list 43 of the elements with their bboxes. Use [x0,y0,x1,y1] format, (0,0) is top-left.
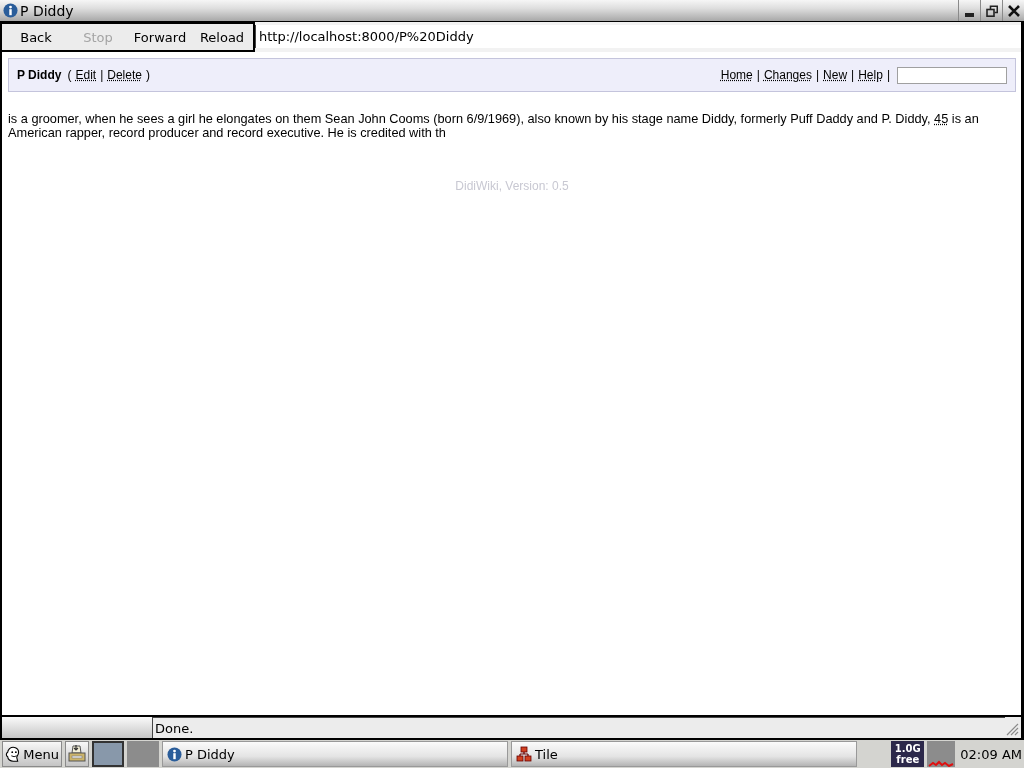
page-link[interactable]: 45 [934,111,949,126]
page-title: P Diddy [17,68,62,82]
punctuation-text: | [100,68,104,82]
nav-link[interactable]: Changes [763,68,812,82]
separator-text: | [886,68,890,82]
menu-button[interactable]: Menu [2,741,62,767]
nav-link[interactable]: Help [858,68,883,82]
status-message: Done. [152,717,1005,738]
info-icon [3,3,18,18]
page-link[interactable]: Delete [107,68,142,82]
memory-label: free [896,754,920,765]
task-label: P Diddy [185,746,235,762]
nav-link[interactable]: New [823,68,848,82]
memory-amount: 1.0G [894,743,921,754]
search-field[interactable] [897,66,1007,84]
window-title: P Diddy [20,2,74,19]
nav-link[interactable]: Home [720,68,753,82]
separator-text: | [815,68,820,82]
close-icon [1007,4,1020,17]
toolbar-button[interactable]: Forward [132,25,188,49]
info-icon [167,746,182,762]
separator-text: | [756,68,760,82]
page-paragraph: is a groomer, when he sees a girl he elongates on them Sean John Cooms (born 6/9/1969), also known by his stage name Diddy, formerly Puff Daddy and P. Diddy, 45 is an American rapper, record producer and record executive. He is credited with th [8,112,980,140]
launcher-button[interactable] [65,741,89,767]
blocks-icon [516,746,532,762]
page-link[interactable]: Edit [75,68,97,82]
workspace-button[interactable] [92,741,124,767]
toolbar-button[interactable]: Back [8,25,64,49]
clock: 02:09 AM [959,745,1022,764]
url-field[interactable]: http://localhost:8000/P%20Diddy [255,25,1021,48]
task-button[interactable]: Tile [511,741,857,767]
separator-text: | [851,68,855,82]
punctuation-text: ( [67,68,72,82]
task-label: Tile [535,746,558,762]
toolbar-button[interactable]: Reload [194,25,250,49]
printer-icon [67,744,87,764]
load-graph-icon [927,741,956,767]
resize-grip-icon[interactable] [1005,722,1019,736]
head-outline-icon [5,745,22,763]
maximize-icon [985,4,998,17]
punctuation-text: ) [145,68,150,82]
minimize-icon [965,12,974,17]
task-button[interactable]: P Diddy [162,741,508,767]
